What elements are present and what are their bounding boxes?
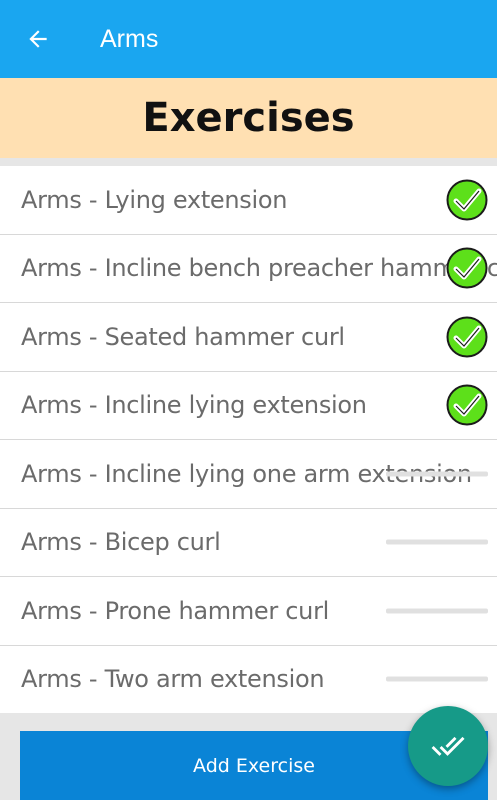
exercise-label: Arms - Prone hammer curl <box>21 596 330 625</box>
exercise-label: Arms - Seated hammer curl <box>21 322 345 351</box>
app-bar: Arms <box>0 0 497 78</box>
page-title: Arms <box>100 24 159 53</box>
arrow-left-icon <box>29 30 47 48</box>
pending-indicator <box>386 471 488 477</box>
section-title: Exercises <box>142 95 355 141</box>
checkmark-icon <box>446 179 488 221</box>
exercise-label: Arms - Bicep curl <box>21 528 221 557</box>
checkmark-icon <box>446 316 488 358</box>
exercise-row[interactable]: Arms - Prone hammer curl <box>0 577 497 646</box>
exercise-row[interactable]: Arms - Seated hammer curl <box>0 303 497 372</box>
pending-indicator <box>386 608 488 614</box>
exercise-row[interactable]: Arms - Incline bench preacher hammer cur… <box>0 235 497 303</box>
exercise-label: Arms - Lying extension <box>21 185 288 214</box>
checkmark-icon <box>446 247 488 289</box>
pending-indicator <box>386 539 488 545</box>
exercise-row[interactable]: Arms - Two arm extension <box>0 646 497 714</box>
exercise-row[interactable]: Arms - Lying extension <box>0 166 497 235</box>
exercise-row[interactable]: Arms - Incline lying one arm extension <box>0 440 497 509</box>
back-button[interactable] <box>12 13 64 65</box>
exercise-list: Arms - Lying extension Arms - Incline ben… <box>0 166 497 714</box>
exercise-row[interactable]: Arms - Incline lying extension <box>0 372 497 440</box>
pending-indicator <box>386 676 488 682</box>
exercise-label: Arms - Incline lying extension <box>21 391 367 420</box>
section-banner: Exercises <box>0 78 497 158</box>
double-check-icon <box>431 736 465 756</box>
exercise-label: Arms - Incline bench preacher hammer cur… <box>21 254 497 283</box>
complete-all-fab[interactable] <box>408 706 488 786</box>
exercise-row[interactable]: Arms - Bicep curl <box>0 509 497 577</box>
exercise-label: Arms - Two arm extension <box>21 665 325 694</box>
checkmark-icon <box>446 384 488 426</box>
